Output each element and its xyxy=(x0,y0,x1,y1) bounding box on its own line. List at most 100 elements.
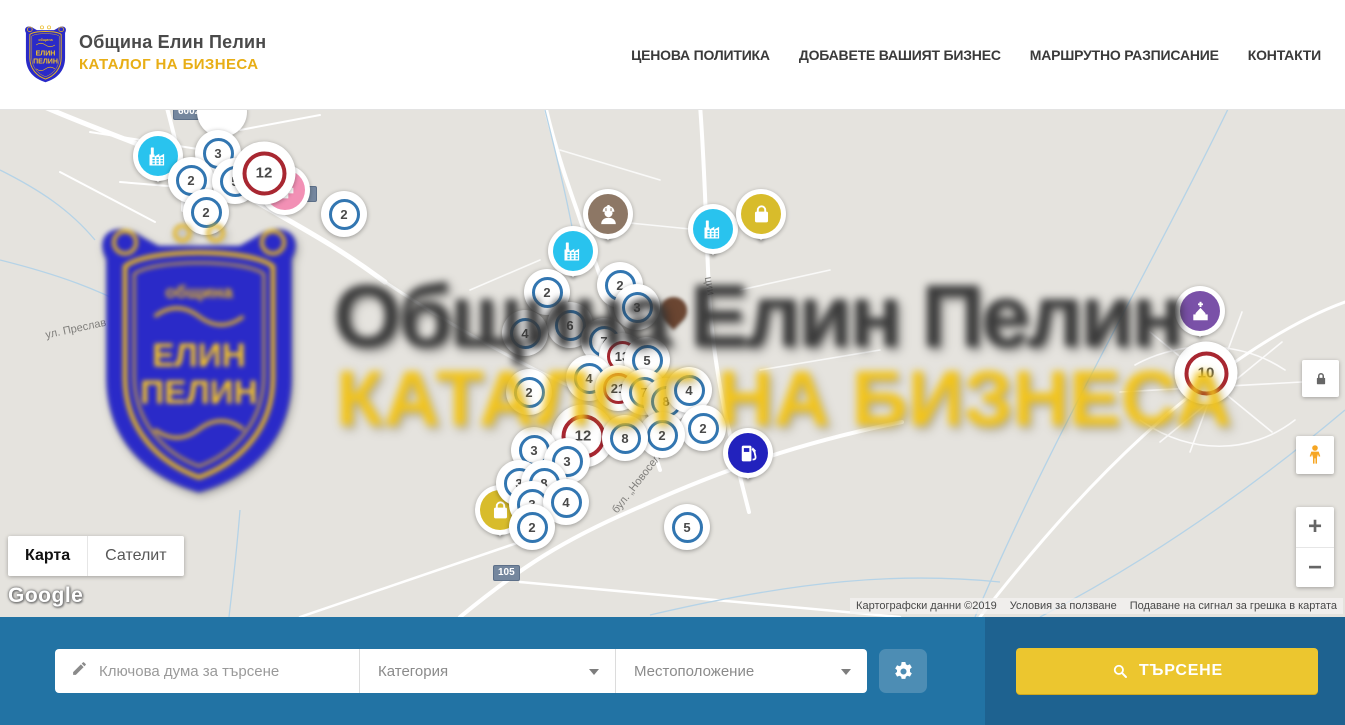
municipality-crest-icon: община ЕЛИН ПЕЛИН xyxy=(22,24,69,84)
attribution-link[interactable]: Условия за ползване xyxy=(1010,600,1117,612)
fullscreen-lock-button[interactable] xyxy=(1302,360,1339,397)
cluster-count: 2 xyxy=(543,285,550,300)
svg-text:община: община xyxy=(38,38,53,42)
cluster-ring: 2 xyxy=(329,199,360,230)
cluster-count: 3 xyxy=(563,454,570,469)
location-select-label: Местоположение xyxy=(634,663,754,680)
main-nav: ЦЕНОВА ПОЛИТИКА ДОБАВЕТЕ ВАШИЯТ БИЗНЕС МАР… xyxy=(631,0,1321,110)
cluster-marker[interactable]: 8 xyxy=(602,415,648,461)
zoom-out-button[interactable]: − xyxy=(1296,547,1334,587)
cluster-count: 5 xyxy=(643,353,650,368)
cluster-marker[interactable]: 2 xyxy=(680,405,726,451)
cluster-ring: 2 xyxy=(647,420,678,451)
cluster-marker[interactable]: 2 xyxy=(183,189,229,235)
street-view-pegman-button[interactable] xyxy=(1296,436,1334,474)
cluster-count: 2 xyxy=(699,421,706,436)
nav-item[interactable]: КОНТАКТИ xyxy=(1248,47,1321,63)
site-header: община ЕЛИН ПЕЛИН Община Елин Пелин КАТА… xyxy=(0,0,1345,110)
cluster-ring: 2 xyxy=(532,277,563,308)
map-type-map-button[interactable]: Карта xyxy=(8,536,87,576)
cluster-marker[interactable]: 5 xyxy=(664,504,710,550)
cluster-count: 5 xyxy=(683,520,690,535)
location-select[interactable]: Местоположение xyxy=(615,649,867,693)
cluster-count: 3 xyxy=(214,146,221,161)
cluster-count: 10 xyxy=(1198,365,1215,382)
zoom-control: + − xyxy=(1296,507,1334,587)
search-icon xyxy=(1111,662,1129,680)
cluster-ring: 2 xyxy=(517,512,548,543)
cluster-count: 6 xyxy=(566,318,573,333)
cluster-marker[interactable]: 4 xyxy=(502,310,548,356)
chevron-down-icon xyxy=(841,669,851,675)
site-logo[interactable]: община ЕЛИН ПЕЛИН Община Елин Пелин КАТА… xyxy=(22,24,266,84)
cluster-count: 4 xyxy=(521,326,528,341)
map-type-satellite-button[interactable]: Сателит xyxy=(87,536,183,576)
cluster-count: 2 xyxy=(525,385,532,400)
cluster-marker[interactable]: 12 xyxy=(233,142,296,205)
site-subtitle: КАТАЛОГ НА БИЗНЕСА xyxy=(79,56,266,73)
map-viewport[interactable]: 6002105 ул. Преславбул. „Новоселции 3251… xyxy=(0,110,1345,617)
cluster-count: 3 xyxy=(530,443,537,458)
cluster-marker[interactable]: 2 xyxy=(509,504,555,550)
cluster-count: 2 xyxy=(658,428,665,443)
cluster-count: 2 xyxy=(340,207,347,222)
cluster-count: 8 xyxy=(621,431,628,446)
cluster-ring: 4 xyxy=(674,375,705,406)
cluster-ring: 2 xyxy=(191,197,222,228)
cluster-ring: 3 xyxy=(622,292,653,323)
factory-icon xyxy=(693,209,733,249)
cluster-ring: 5 xyxy=(672,512,703,543)
nav-item[interactable]: ДОБАВЕТЕ ВАШИЯТ БИЗНЕС xyxy=(799,47,1001,63)
nav-item[interactable]: МАРШРУТНО РАЗПИСАНИЕ xyxy=(1030,47,1219,63)
fuel-icon xyxy=(728,433,768,473)
cluster-ring: 8 xyxy=(610,423,641,454)
category-pin-fuel[interactable] xyxy=(721,426,775,492)
gear-icon xyxy=(893,661,914,682)
category-pin-bag[interactable] xyxy=(734,187,788,253)
cluster-ring: 4 xyxy=(510,318,541,349)
church-icon xyxy=(1180,291,1220,331)
zoom-in-button[interactable]: + xyxy=(1296,507,1334,547)
site-title: Община Елин Пелин xyxy=(79,32,266,53)
cluster-ring: 12 xyxy=(242,151,286,195)
cluster-marker[interactable]: 2 xyxy=(321,191,367,237)
pencil-icon xyxy=(71,660,88,682)
road-number-badge: 105 xyxy=(493,565,520,581)
cluster-ring: 4 xyxy=(551,487,582,518)
cluster-count: 3 xyxy=(633,300,640,315)
cluster-count: 2 xyxy=(528,520,535,535)
attribution-link[interactable]: Подаване на сигнал за грешка в картата xyxy=(1130,600,1337,612)
factory-icon xyxy=(553,231,593,271)
category-pin-factory[interactable] xyxy=(686,202,740,268)
cluster-count: 2 xyxy=(187,173,194,188)
category-pin-church[interactable] xyxy=(1173,284,1227,350)
search-button-label: ТЪРСЕНЕ xyxy=(1139,662,1223,680)
cluster-count: 12 xyxy=(256,165,273,182)
map-type-control: Карта Сателит xyxy=(8,536,184,576)
nav-item[interactable]: ЦЕНОВА ПОЛИТИКА xyxy=(631,47,770,63)
search-submit-button[interactable]: ТЪРСЕНЕ xyxy=(1016,648,1318,694)
lock-icon xyxy=(1312,370,1330,388)
svg-text:ПЕЛИН: ПЕЛИН xyxy=(33,58,58,65)
category-select-label: Категория xyxy=(378,663,448,680)
map-attribution: Картографски данни ©2019 Условия за ползв… xyxy=(850,598,1343,614)
google-logo[interactable]: Google xyxy=(8,584,83,608)
keyword-input[interactable] xyxy=(99,663,339,680)
cluster-count: 4 xyxy=(585,371,592,386)
category-select[interactable]: Категория xyxy=(359,649,615,693)
keyword-field[interactable] xyxy=(55,649,359,693)
cluster-marker[interactable]: 3 xyxy=(614,284,660,330)
cluster-count: 2 xyxy=(202,205,209,220)
cluster-count: 4 xyxy=(562,495,569,510)
chevron-down-icon xyxy=(589,669,599,675)
cluster-ring: 2 xyxy=(688,413,719,444)
pegman-icon xyxy=(1303,443,1327,467)
attribution-text: Картографски данни ©2019 xyxy=(856,600,997,612)
cluster-ring: 10 xyxy=(1184,351,1228,395)
search-fields-group: Категория Местоположение xyxy=(55,649,867,693)
cluster-ring: 2 xyxy=(514,377,545,408)
advanced-settings-button[interactable] xyxy=(879,649,927,693)
cluster-marker[interactable]: 10 xyxy=(1175,342,1238,405)
bag-icon xyxy=(741,194,781,234)
cluster-marker[interactable]: 2 xyxy=(506,369,552,415)
